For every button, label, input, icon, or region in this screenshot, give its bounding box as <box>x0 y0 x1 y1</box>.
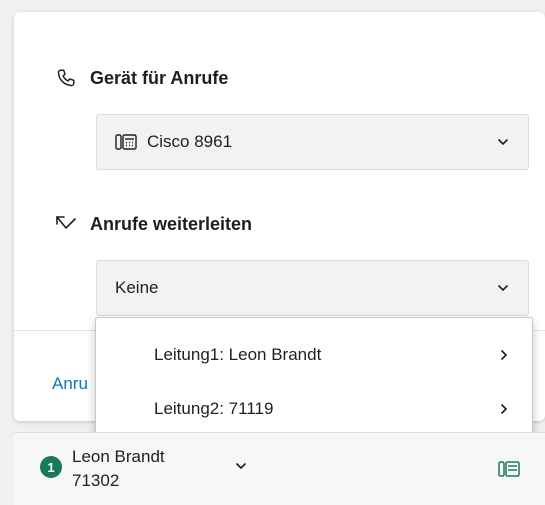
forward-calls-value: Keine <box>115 278 159 297</box>
line-number-badge: 1 <box>40 456 62 478</box>
user-extension: 71302 <box>72 471 120 490</box>
forward-calls-header: Anrufe weiterleiten <box>54 212 252 236</box>
forward-calls-select[interactable]: Keine <box>96 260 529 316</box>
chevron-right-icon <box>498 402 510 416</box>
line-footer: 1 Leon Brandt 71302 <box>14 432 545 505</box>
truncated-link[interactable]: Anru <box>52 374 88 394</box>
app-stage: Gerät für Anrufe Cisco 8961 Anrufe weite… <box>0 0 545 505</box>
dropdown-item-label: Leitung2: 71119 <box>154 399 274 418</box>
dropdown-item-line2[interactable]: Leitung2: 71119 <box>96 386 532 432</box>
chevron-down-icon <box>496 135 510 149</box>
call-forward-icon <box>54 212 78 236</box>
forward-calls-title: Anrufe weiterleiten <box>90 213 253 234</box>
chevron-down-icon[interactable] <box>234 459 248 473</box>
desk-phone-icon <box>115 133 137 151</box>
call-device-name: Cisco 8961 <box>147 132 233 151</box>
phone-handset-icon <box>54 66 78 90</box>
user-name[interactable]: Leon Brandt <box>72 447 165 467</box>
call-device-header: Gerät für Anrufe <box>54 66 228 90</box>
call-device-value: Cisco 8961 <box>115 132 496 152</box>
call-device-select[interactable]: Cisco 8961 <box>96 114 529 170</box>
call-device-title: Gerät für Anrufe <box>90 67 229 88</box>
forward-calls-dropdown: Leitung1: Leon Brandt Leitung2: 71119 <box>95 317 533 441</box>
chevron-down-icon <box>496 281 510 295</box>
chevron-right-icon <box>498 348 510 362</box>
dropdown-item-line1[interactable]: Leitung1: Leon Brandt <box>96 332 532 378</box>
dropdown-item-label: Leitung1: Leon Brandt <box>154 345 322 364</box>
desk-phone-icon <box>498 460 520 478</box>
